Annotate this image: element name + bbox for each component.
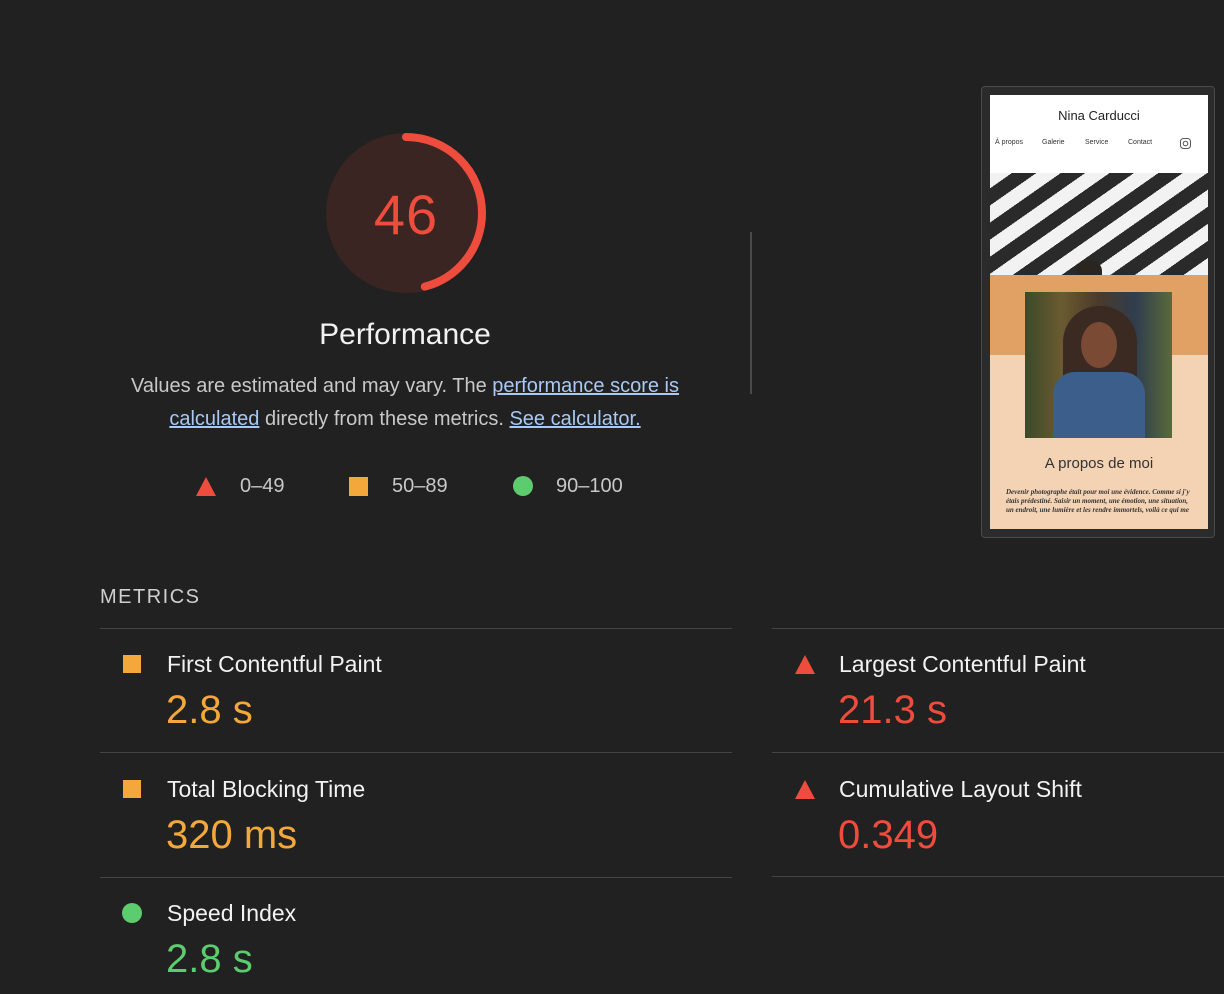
- calculator-link[interactable]: See calculator.: [509, 408, 640, 430]
- legend-label: 90–100: [556, 474, 623, 497]
- portrait-face: [1081, 322, 1117, 368]
- metric-divider: [100, 752, 732, 753]
- metric-value-fcp: 2.8 s: [166, 688, 253, 732]
- legend-label: 0–49: [240, 474, 285, 497]
- legend-label: 50–89: [392, 474, 448, 497]
- metric-divider: [100, 877, 732, 878]
- metric-divider: [100, 628, 732, 629]
- description-text: Values are estimated and may vary. The: [130, 375, 493, 397]
- square-icon: [123, 655, 141, 673]
- metric-value-si: 2.8 s: [166, 937, 253, 981]
- metric-divider: [772, 628, 1224, 629]
- thumb-nav-item: Service: [1085, 139, 1109, 146]
- score-description: Values are estimated and may vary. The p…: [110, 370, 700, 436]
- metric-divider: [772, 876, 1224, 877]
- thumb-about-title: A propos de moi: [1044, 455, 1154, 472]
- triangle-icon: [795, 780, 815, 799]
- metric-name-lcp: Largest Contentful Paint: [839, 651, 1086, 677]
- page-screenshot[interactable]: Nina Carducci À propos Galerie Service C…: [990, 95, 1208, 529]
- thumb-nav-item: Galerie: [1042, 139, 1065, 146]
- metrics-heading: METRICS: [100, 586, 201, 608]
- circle-icon: [122, 903, 142, 923]
- vertical-divider: [750, 232, 752, 394]
- instagram-icon: [1180, 138, 1191, 149]
- square-icon: [123, 780, 141, 798]
- metric-value-cls: 0.349: [838, 813, 939, 857]
- performance-score: 46: [373, 182, 439, 246]
- metric-name-cls: Cumulative Layout Shift: [839, 776, 1082, 802]
- thumb-site-name: Nina Carducci: [1058, 108, 1140, 123]
- square-icon: [349, 476, 368, 496]
- metric-name-fcp: First Contentful Paint: [167, 651, 382, 677]
- metric-value-lcp: 21.3 s: [838, 688, 947, 732]
- portrait-shirt: [1053, 372, 1145, 438]
- circle-icon: [513, 476, 533, 496]
- metric-name-tbt: Total Blocking Time: [167, 776, 366, 802]
- description-text-2: directly from these metrics.: [259, 408, 510, 430]
- triangle-icon: [196, 476, 216, 496]
- category-title: Performance: [319, 318, 491, 351]
- legend-fail: 0–49: [196, 474, 285, 498]
- triangle-icon: [795, 655, 815, 674]
- thumb-nav-item: Contact: [1128, 139, 1153, 146]
- thumb-hero-banner: [990, 173, 1208, 351]
- thumb-nav-item: À propos: [995, 139, 1024, 146]
- metric-divider: [772, 752, 1224, 753]
- thumb-portrait-photo: [1025, 292, 1172, 438]
- metric-name-si: Speed Index: [167, 900, 297, 926]
- thumb-bio-text: Devenir photographe était pour moi une é…: [1006, 488, 1190, 514]
- legend-average: 50–89: [349, 474, 448, 498]
- metric-value-tbt: 320 ms: [166, 813, 298, 857]
- legend-pass: 90–100: [513, 474, 623, 498]
